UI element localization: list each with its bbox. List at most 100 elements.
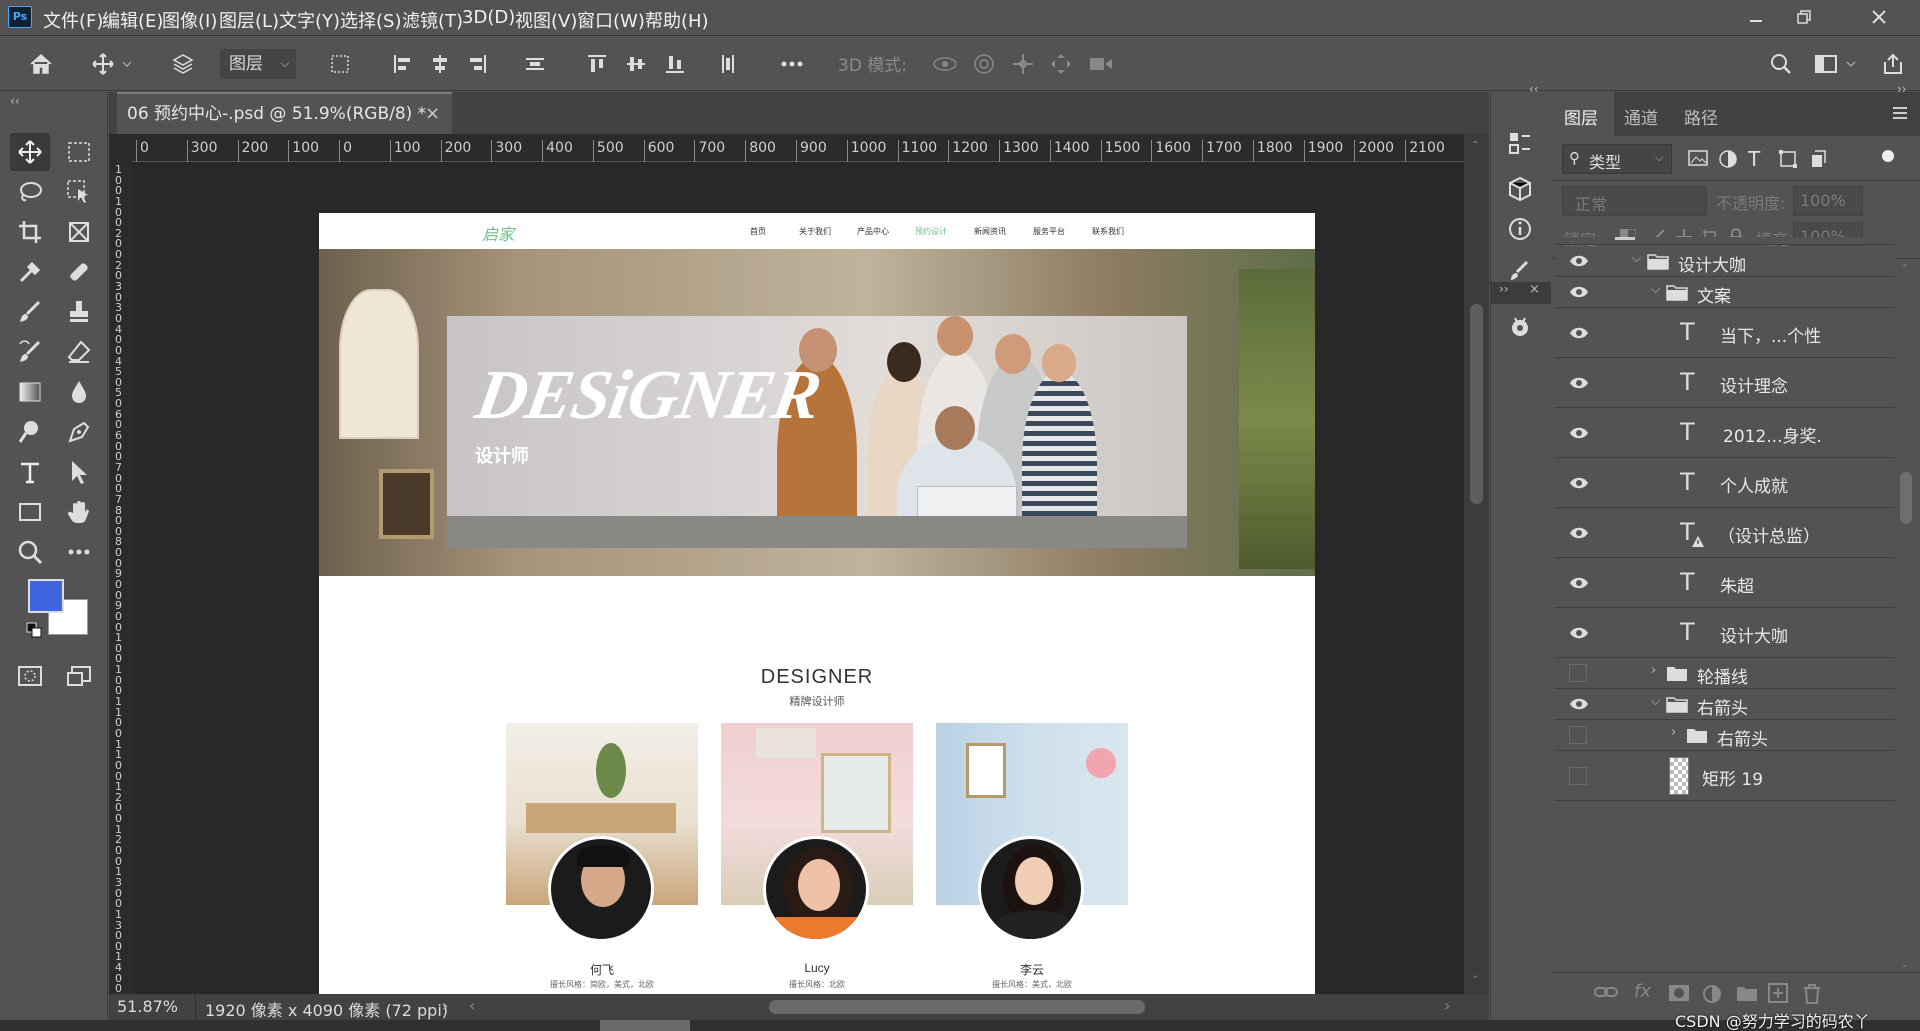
history-brush-icon[interactable] bbox=[10, 333, 50, 371]
menu-window[interactable]: 窗口(W) bbox=[577, 7, 645, 33]
layer-row[interactable]: T （设计总监） bbox=[1555, 508, 1895, 558]
rectangle-tool-icon[interactable] bbox=[10, 493, 50, 531]
close-tab-icon[interactable]: × bbox=[425, 94, 440, 134]
expand-chevron-icon[interactable]: ⌵ bbox=[1632, 251, 1641, 266]
status-chevron-icon[interactable]: › bbox=[442, 996, 448, 1015]
visibility-eye-icon[interactable] bbox=[1569, 626, 1589, 640]
scroll-up-icon[interactable]: ⌃ bbox=[1471, 140, 1479, 151]
gradient-tool-icon[interactable] bbox=[10, 373, 50, 411]
pen-tool-icon[interactable] bbox=[59, 413, 99, 451]
layer-row[interactable]: T 个人成就 bbox=[1555, 458, 1895, 508]
brush-panel-icon[interactable] bbox=[1507, 260, 1533, 282]
hscroll-thumb[interactable] bbox=[769, 1000, 1145, 1014]
visibility-off-box[interactable] bbox=[1569, 664, 1587, 682]
collapse-toolbar-icon[interactable]: ‹‹ bbox=[10, 94, 20, 108]
info-panel-icon[interactable] bbox=[1507, 216, 1533, 242]
crop-tool-icon[interactable] bbox=[10, 213, 50, 251]
share-icon[interactable] bbox=[1878, 49, 1908, 79]
quick-mask-icon[interactable] bbox=[10, 657, 50, 695]
foreground-color-swatch[interactable] bbox=[28, 579, 64, 613]
layers-scroll-thumb[interactable] bbox=[1900, 472, 1912, 524]
frame-tool-icon[interactable] bbox=[59, 213, 99, 251]
menu-image[interactable]: 图像(I) bbox=[162, 7, 217, 33]
collapse-chevron-icon[interactable]: › bbox=[1671, 725, 1676, 740]
add-mask-icon[interactable] bbox=[1668, 984, 1690, 1004]
scroll-down-icon[interactable]: ⌄ bbox=[1471, 970, 1479, 981]
align-bottom-icon[interactable] bbox=[660, 49, 690, 79]
tab-layers[interactable]: 图层 bbox=[1564, 104, 1598, 129]
scroll-up-icon[interactable]: ⌃ bbox=[1901, 264, 1909, 274]
layer-row[interactable]: T 设计大咖 bbox=[1555, 608, 1895, 658]
move-tool-icon[interactable] bbox=[10, 133, 50, 171]
eraser-tool-icon[interactable] bbox=[59, 333, 99, 371]
visibility-eye-icon[interactable] bbox=[1569, 326, 1589, 340]
filter-pixel-icon[interactable] bbox=[1688, 149, 1710, 169]
menu-filter[interactable]: 滤镜(T) bbox=[402, 7, 463, 33]
visibility-eye-icon[interactable] bbox=[1569, 526, 1589, 540]
more-tools-icon[interactable] bbox=[59, 533, 99, 571]
tab-channels[interactable]: 通道 bbox=[1624, 104, 1658, 129]
path-selection-icon[interactable] bbox=[59, 453, 99, 491]
layer-row[interactable]: T 朱超 bbox=[1555, 558, 1895, 608]
layer-row[interactable]: 矩形 19 bbox=[1555, 751, 1895, 801]
workspace-chevron-icon[interactable] bbox=[1842, 49, 1860, 79]
hscroll-left-icon[interactable]: ‹ bbox=[469, 996, 475, 1015]
visibility-eye-icon[interactable] bbox=[1569, 254, 1589, 268]
hscroll-right-icon[interactable]: › bbox=[1444, 996, 1450, 1015]
link-layers-icon[interactable] bbox=[1594, 985, 1618, 1005]
menu-type[interactable]: 文字(Y) bbox=[279, 7, 340, 33]
expand-dock-icon[interactable]: ‹‹ bbox=[1529, 82, 1539, 96]
3d-pan-icon[interactable] bbox=[1008, 49, 1038, 79]
align-left-icon[interactable] bbox=[388, 49, 418, 79]
menu-file[interactable]: 文件(F) bbox=[43, 7, 103, 33]
default-colors-icon[interactable] bbox=[26, 622, 42, 638]
menu-select[interactable]: 选择(S) bbox=[340, 7, 401, 33]
visibility-eye-icon[interactable] bbox=[1569, 476, 1589, 490]
layer-row[interactable]: ⌵ 右箭头 bbox=[1555, 689, 1895, 720]
scroll-down-icon[interactable]: ⌄ bbox=[1901, 960, 1909, 970]
visibility-eye-icon[interactable] bbox=[1569, 426, 1589, 440]
adjustment-layer-icon[interactable] bbox=[1702, 984, 1724, 1004]
expand-group-icon[interactable]: ›› bbox=[1499, 282, 1509, 296]
visibility-eye-icon[interactable] bbox=[1569, 576, 1589, 590]
menu-view[interactable]: 视图(V) bbox=[515, 7, 577, 33]
layer-row[interactable]: ⌵ 设计大咖 bbox=[1555, 246, 1895, 277]
collapse-chevron-icon[interactable]: › bbox=[1651, 663, 1656, 678]
transform-controls-icon[interactable] bbox=[325, 49, 355, 79]
hand-tool-icon[interactable] bbox=[59, 493, 99, 531]
filter-type-icon[interactable]: T bbox=[1748, 147, 1770, 171]
menu-help[interactable]: 帮助(H) bbox=[645, 7, 709, 33]
visibility-eye-icon[interactable] bbox=[1569, 697, 1589, 711]
auto-select-icon[interactable] bbox=[168, 49, 198, 79]
close-group-icon[interactable]: × bbox=[1529, 282, 1540, 297]
menu-3d[interactable]: 3D(D) bbox=[462, 7, 515, 28]
home-icon[interactable] bbox=[26, 49, 56, 79]
expand-chevron-icon[interactable]: ⌵ bbox=[1651, 694, 1660, 709]
healing-brush-icon[interactable] bbox=[59, 253, 99, 291]
distribute-vertical-icon[interactable] bbox=[713, 49, 743, 79]
lasso-tool-icon[interactable] bbox=[10, 173, 50, 211]
opacity-field[interactable]: 100% bbox=[1793, 186, 1863, 216]
filter-adjustment-icon[interactable] bbox=[1718, 149, 1740, 169]
align-top-icon[interactable] bbox=[582, 49, 612, 79]
3d-panel-icon[interactable] bbox=[1507, 176, 1533, 202]
layer-style-icon[interactable]: fx bbox=[1634, 981, 1651, 1002]
clone-stamp-icon[interactable] bbox=[59, 293, 99, 331]
filter-shape-icon[interactable] bbox=[1778, 149, 1800, 169]
screen-mode-icon[interactable] bbox=[59, 657, 99, 695]
align-middle-icon[interactable] bbox=[621, 49, 651, 79]
zoom-tool-icon[interactable] bbox=[10, 533, 50, 571]
object-selection-icon[interactable] bbox=[59, 173, 99, 211]
3d-orbit-icon[interactable] bbox=[930, 49, 960, 79]
marquee-tool-icon[interactable] bbox=[59, 133, 99, 171]
layer-row[interactable]: T 设计理念 bbox=[1555, 358, 1895, 408]
menu-layer[interactable]: 图层(L) bbox=[219, 7, 279, 33]
visibility-eye-icon[interactable] bbox=[1569, 285, 1589, 299]
chevron-down-icon[interactable] bbox=[118, 49, 136, 79]
layer-filter-dropdown[interactable]: ⚲ 类型 ⌵ bbox=[1562, 144, 1672, 174]
layer-row[interactable]: T 当下，...个性 bbox=[1555, 308, 1895, 358]
panel-menu-icon[interactable] bbox=[1892, 106, 1910, 122]
layer-row[interactable]: ⌵ 文案 bbox=[1555, 277, 1895, 308]
zoom-level[interactable]: 51.87% bbox=[117, 997, 178, 1016]
expand-chevron-icon[interactable]: ⌵ bbox=[1651, 282, 1660, 297]
